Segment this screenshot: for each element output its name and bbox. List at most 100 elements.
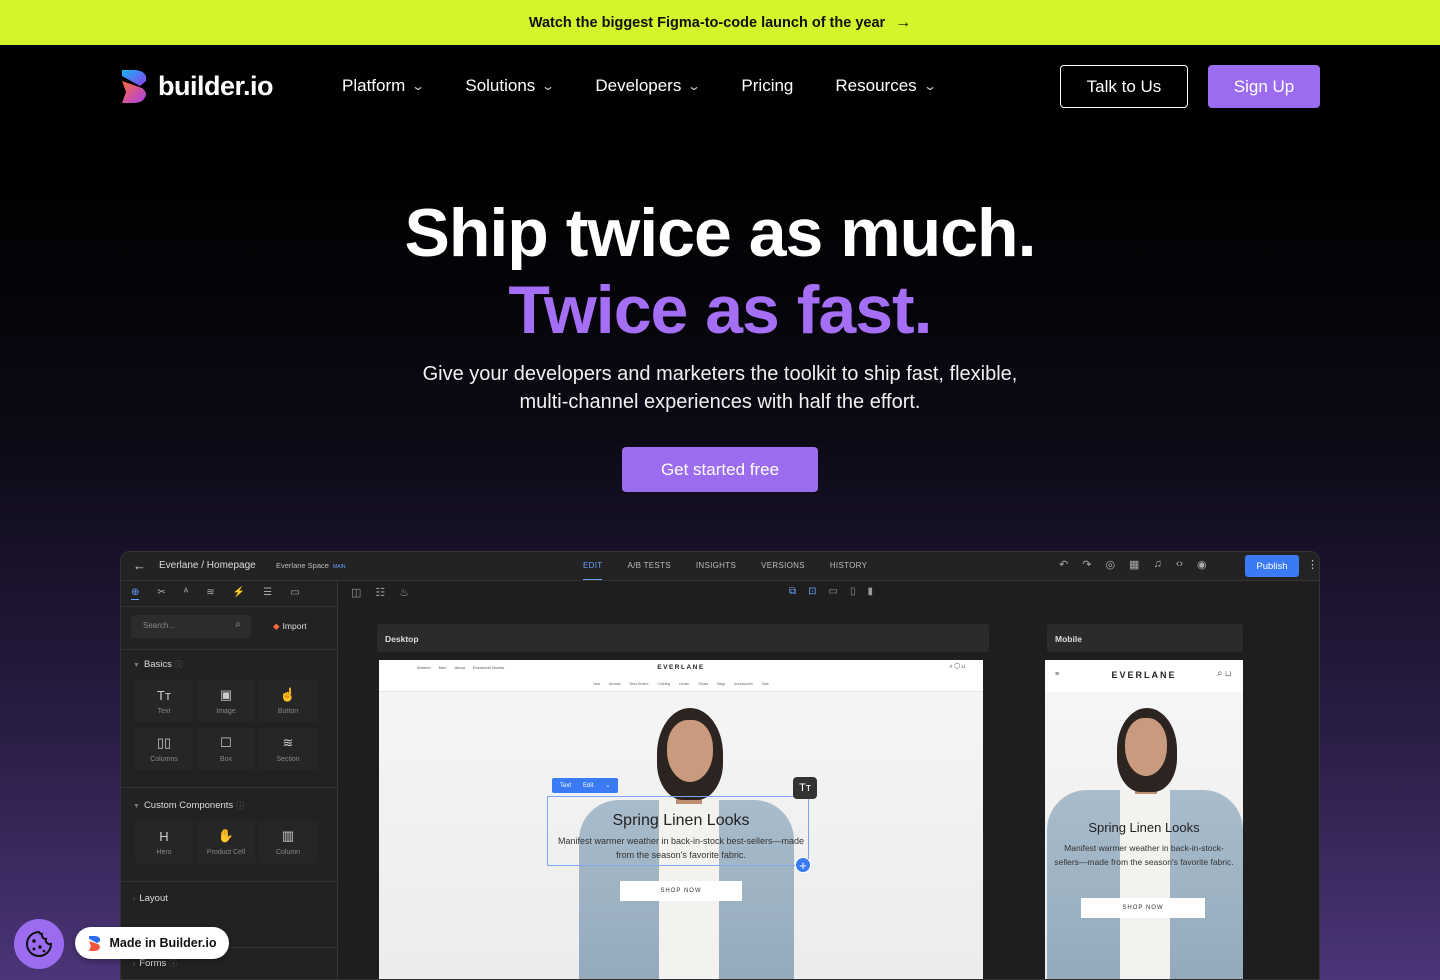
basics-section-header[interactable]: ▼ Basics ⓘ — [133, 659, 183, 670]
tab-ab-tests[interactable]: A/B TESTS — [627, 552, 670, 580]
nav-item-platform[interactable]: Platform ⌄ — [342, 76, 425, 96]
component-button[interactable]: ☝ Button — [259, 680, 317, 722]
hero-copy-block[interactable]: Spring Linen Looks Manifest warmer weath… — [549, 812, 813, 862]
component-search-input[interactable]: Search... ⌕ — [131, 615, 251, 638]
component-columns[interactable]: ▯▯ Columns — [135, 728, 193, 770]
nav-item-developers[interactable]: Developers ⌄ — [595, 76, 701, 96]
style-icon[interactable]: ᴬ — [184, 587, 189, 600]
chevron-down-icon[interactable]: ⌄ — [605, 782, 610, 789]
space-tag: MAIN — [332, 564, 346, 570]
nav-item-resources[interactable]: Resources ⌄ — [835, 76, 936, 96]
brush-icon[interactable]: ✂ — [157, 587, 165, 600]
redo-icon[interactable]: ↷ — [1082, 558, 1091, 571]
component-label: Box — [219, 756, 233, 763]
bell-icon[interactable]: ♫ — [1153, 558, 1161, 571]
data-icon[interactable]: ☰ — [263, 587, 272, 600]
text-format-icon[interactable]: Tт — [793, 777, 817, 799]
bolt-icon[interactable]: ⚡ — [233, 587, 245, 600]
divider — [121, 649, 338, 650]
space-selector[interactable]: Everlane Space MAIN — [276, 561, 345, 570]
custom-components-section-header[interactable]: ▼ Custom Components ⓘ — [133, 800, 244, 811]
desktop-icon[interactable]: ▭ — [829, 586, 838, 597]
target-icon[interactable]: ◎ — [1105, 558, 1115, 571]
breadcrumb[interactable]: Everlane / Homepage — [159, 560, 256, 571]
editor-preview: ← Everlane / Homepage Everlane Space MAIN… — [120, 551, 1320, 980]
get-started-button[interactable]: Get started free — [622, 447, 818, 492]
import-button[interactable]: ◆ Import — [273, 621, 307, 632]
made-in-builder-badge[interactable]: Made in Builder.io — [75, 927, 229, 959]
split-view-icon[interactable]: ◫ — [351, 586, 361, 599]
component-label: Columns — [150, 756, 178, 763]
publish-button[interactable]: Publish — [1245, 555, 1299, 577]
caret-down-icon: ▼ — [133, 662, 140, 669]
responsive-icon[interactable]: ⧉ — [789, 586, 796, 597]
site-shop-now-button[interactable]: SHOP NOW — [620, 881, 742, 901]
component-section[interactable]: ≋ Section — [259, 728, 317, 770]
component-image[interactable]: ▣ Image — [197, 680, 255, 722]
drop-icon[interactable]: ♨ — [399, 586, 409, 599]
button-icon: ☝ — [279, 687, 297, 702]
back-arrow-icon[interactable]: ← — [133, 558, 146, 573]
tab-history[interactable]: HISTORY — [830, 552, 867, 580]
component-hero[interactable]: H Hero — [135, 821, 193, 863]
forms-section-header[interactable]: › Forms ⓘ — [133, 958, 177, 969]
mobile-frame-label: Mobile — [1047, 624, 1243, 652]
made-in-label: Made in Builder.io — [109, 936, 217, 950]
cart-icon[interactable]: ⊔ — [962, 664, 965, 670]
mobile-hero-copy[interactable]: Spring Linen Looks Manifest warmer weath… — [1053, 820, 1235, 869]
main-nav: builder.io Platform ⌄ Solutions ⌄ Develo… — [0, 45, 1440, 129]
hero-headline: Ship twice as much. — [404, 195, 1037, 271]
layout-section-header[interactable]: › Layout — [133, 893, 168, 904]
add-block-icon[interactable]: + — [795, 857, 811, 873]
tab-edit[interactable]: EDIT — [583, 552, 603, 580]
section-label: Layout — [139, 893, 168, 904]
tab-insights[interactable]: INSIGHTS — [696, 552, 736, 580]
ruler-icon[interactable]: ☷ — [375, 586, 385, 599]
logo[interactable]: builder.io — [120, 70, 274, 103]
insert-icon[interactable]: ⊕ — [131, 587, 140, 600]
more-icon[interactable]: ⋮ — [1307, 558, 1318, 571]
search-icon[interactable]: ⌕ — [949, 664, 952, 670]
mobile-header-icons[interactable]: ⌕ ⊔ — [1217, 668, 1231, 679]
desktop-canvas[interactable]: Women Men About Everworld Stories EVERLA… — [379, 660, 983, 979]
undo-icon[interactable]: ↶ — [1059, 558, 1068, 571]
comment-icon[interactable]: ▭ — [290, 587, 299, 600]
toolbar-edit-label[interactable]: Edit — [583, 783, 593, 789]
nav-item-label: Resources — [835, 76, 917, 95]
caret-down-icon: ▼ — [133, 803, 140, 810]
mobile-canvas[interactable]: ≡ EVERLANE ⌕ ⊔ Spring Linen Looks Manife… — [1045, 660, 1243, 979]
canvas-tools-left: ◫ ☷ ♨ — [351, 586, 409, 599]
chevron-down-icon: ⌄ — [541, 79, 556, 93]
text-icon: Tт — [157, 687, 171, 703]
figma-icon: ◆ — [273, 621, 280, 631]
talk-to-us-button[interactable]: Talk to Us — [1060, 65, 1188, 108]
tab-versions[interactable]: VERSIONS — [761, 552, 805, 580]
layers-icon[interactable]: ≋ — [206, 587, 214, 600]
sign-up-button[interactable]: Sign Up — [1208, 65, 1320, 108]
user-icon[interactable]: ◯ — [954, 664, 960, 670]
nav-item-solutions[interactable]: Solutions ⌄ — [465, 76, 556, 96]
cookie-settings-button[interactable] — [14, 919, 64, 969]
component-product-cell[interactable]: ✋ Product Cell — [197, 821, 255, 863]
tablet-icon[interactable]: ▯ — [850, 586, 856, 597]
eye-icon[interactable]: ◉ — [1197, 558, 1207, 571]
phone-icon[interactable]: ▮ — [868, 586, 874, 597]
component-label: Hero — [156, 848, 172, 856]
component-text[interactable]: Tт Text — [135, 680, 193, 722]
announcement-text[interactable]: Watch the biggest Figma-to-code launch o… — [529, 15, 885, 31]
help-icon: ⓘ — [174, 660, 183, 669]
columns-icon: ▯▯ — [156, 735, 172, 750]
text-block-toolbar[interactable]: Text Edit ⌄ — [552, 778, 619, 793]
code-icon[interactable]: ‹› — [1176, 558, 1183, 571]
announcement-bar[interactable]: Watch the biggest Figma-to-code launch o… — [0, 0, 1440, 45]
toolbar-text-label: Text — [560, 782, 572, 789]
select-icon[interactable]: ⊡ — [808, 586, 816, 597]
component-column[interactable]: ▥ Column — [259, 821, 317, 863]
mobile-site-header: ≡ EVERLANE ⌕ ⊔ — [1045, 660, 1243, 692]
help-icon: ⓘ — [169, 959, 178, 968]
section-icon: ≋ — [282, 735, 294, 750]
component-box[interactable]: ☐ Box — [197, 728, 255, 770]
nav-item-pricing[interactable]: Pricing — [741, 76, 793, 96]
mobile-shop-now-button[interactable]: SHOP NOW — [1081, 898, 1205, 918]
calendar-icon[interactable]: ▦ — [1129, 558, 1139, 571]
